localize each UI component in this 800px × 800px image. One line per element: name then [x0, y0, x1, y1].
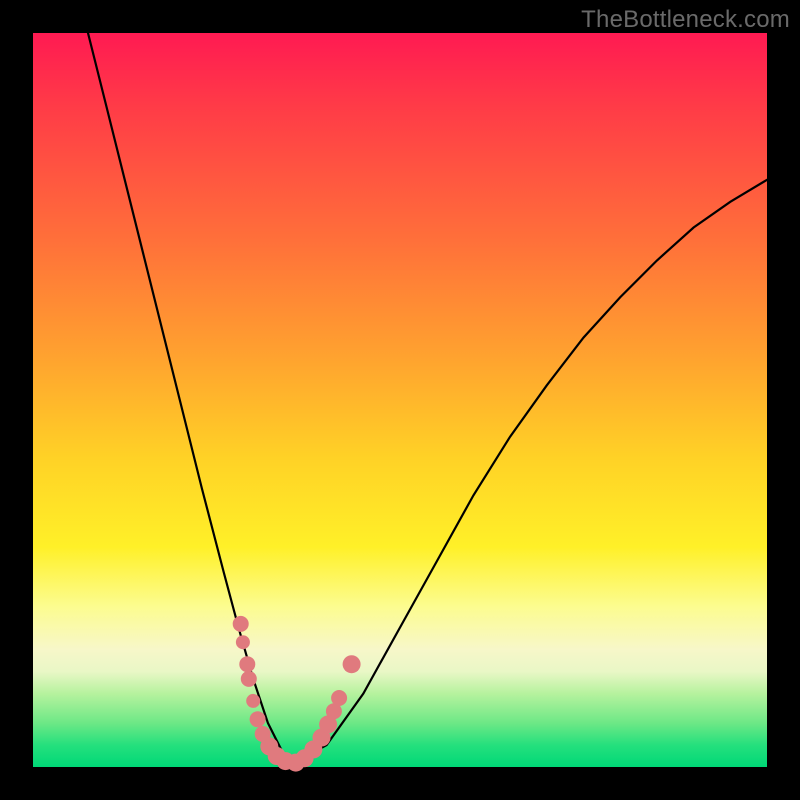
curve-marker [239, 656, 255, 672]
watermark-text: TheBottleneck.com [581, 6, 790, 34]
curve-marker [331, 690, 347, 706]
plot-area [33, 33, 767, 767]
curve-marker [233, 616, 249, 632]
curve-markers [233, 616, 361, 772]
curve-marker [241, 671, 257, 687]
curve-marker [236, 635, 250, 649]
curve-marker [250, 711, 266, 727]
curve-marker [246, 694, 260, 708]
bottleneck-curve [88, 33, 767, 763]
curve-marker [343, 655, 361, 673]
chart-svg [33, 33, 767, 767]
outer-frame: TheBottleneck.com [0, 0, 800, 800]
